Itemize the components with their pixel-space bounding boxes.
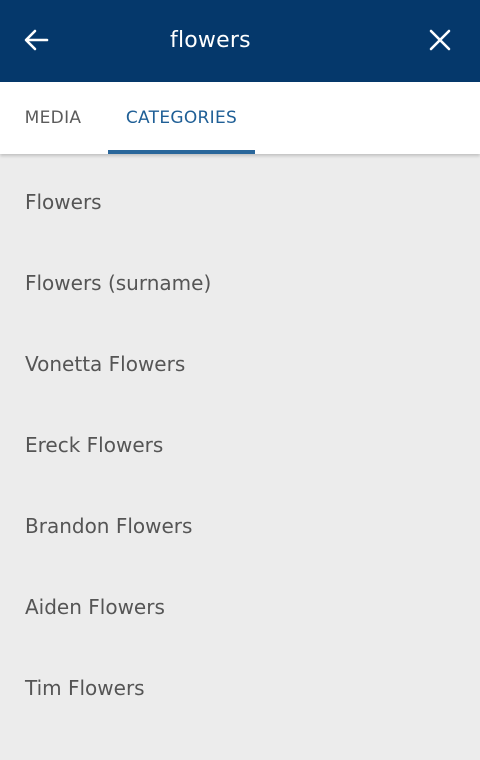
close-button[interactable] <box>418 20 462 60</box>
list-item[interactable]: Tim Flowers <box>0 640 480 721</box>
list-item[interactable]: Aiden Flowers <box>0 559 480 640</box>
top-app-bar: flowers <box>0 0 480 82</box>
list-item[interactable]: Ereck Flowers <box>0 397 480 478</box>
list-item[interactable]: Brandon Flowers <box>0 478 480 559</box>
list-item[interactable]: Vonetta Flowers <box>0 316 480 397</box>
tab-media[interactable]: MEDIA <box>0 82 106 154</box>
selected-tab-indicator <box>108 150 255 154</box>
app-screen: flowers MEDIA CATEGORIES Flowers Flowers… <box>0 0 480 760</box>
category-results-list: Flowers Flowers (surname) Vonetta Flower… <box>0 154 480 760</box>
list-item[interactable]: Flowers <box>0 154 480 235</box>
list-item[interactable]: Flowers (surname) <box>0 235 480 316</box>
tab-categories[interactable]: CATEGORIES <box>108 82 255 154</box>
arrow-left-icon <box>24 29 49 51</box>
back-button[interactable] <box>14 20 58 60</box>
search-query-title: flowers <box>170 28 251 53</box>
close-icon <box>429 29 451 51</box>
tab-bar: MEDIA CATEGORIES <box>0 82 480 154</box>
